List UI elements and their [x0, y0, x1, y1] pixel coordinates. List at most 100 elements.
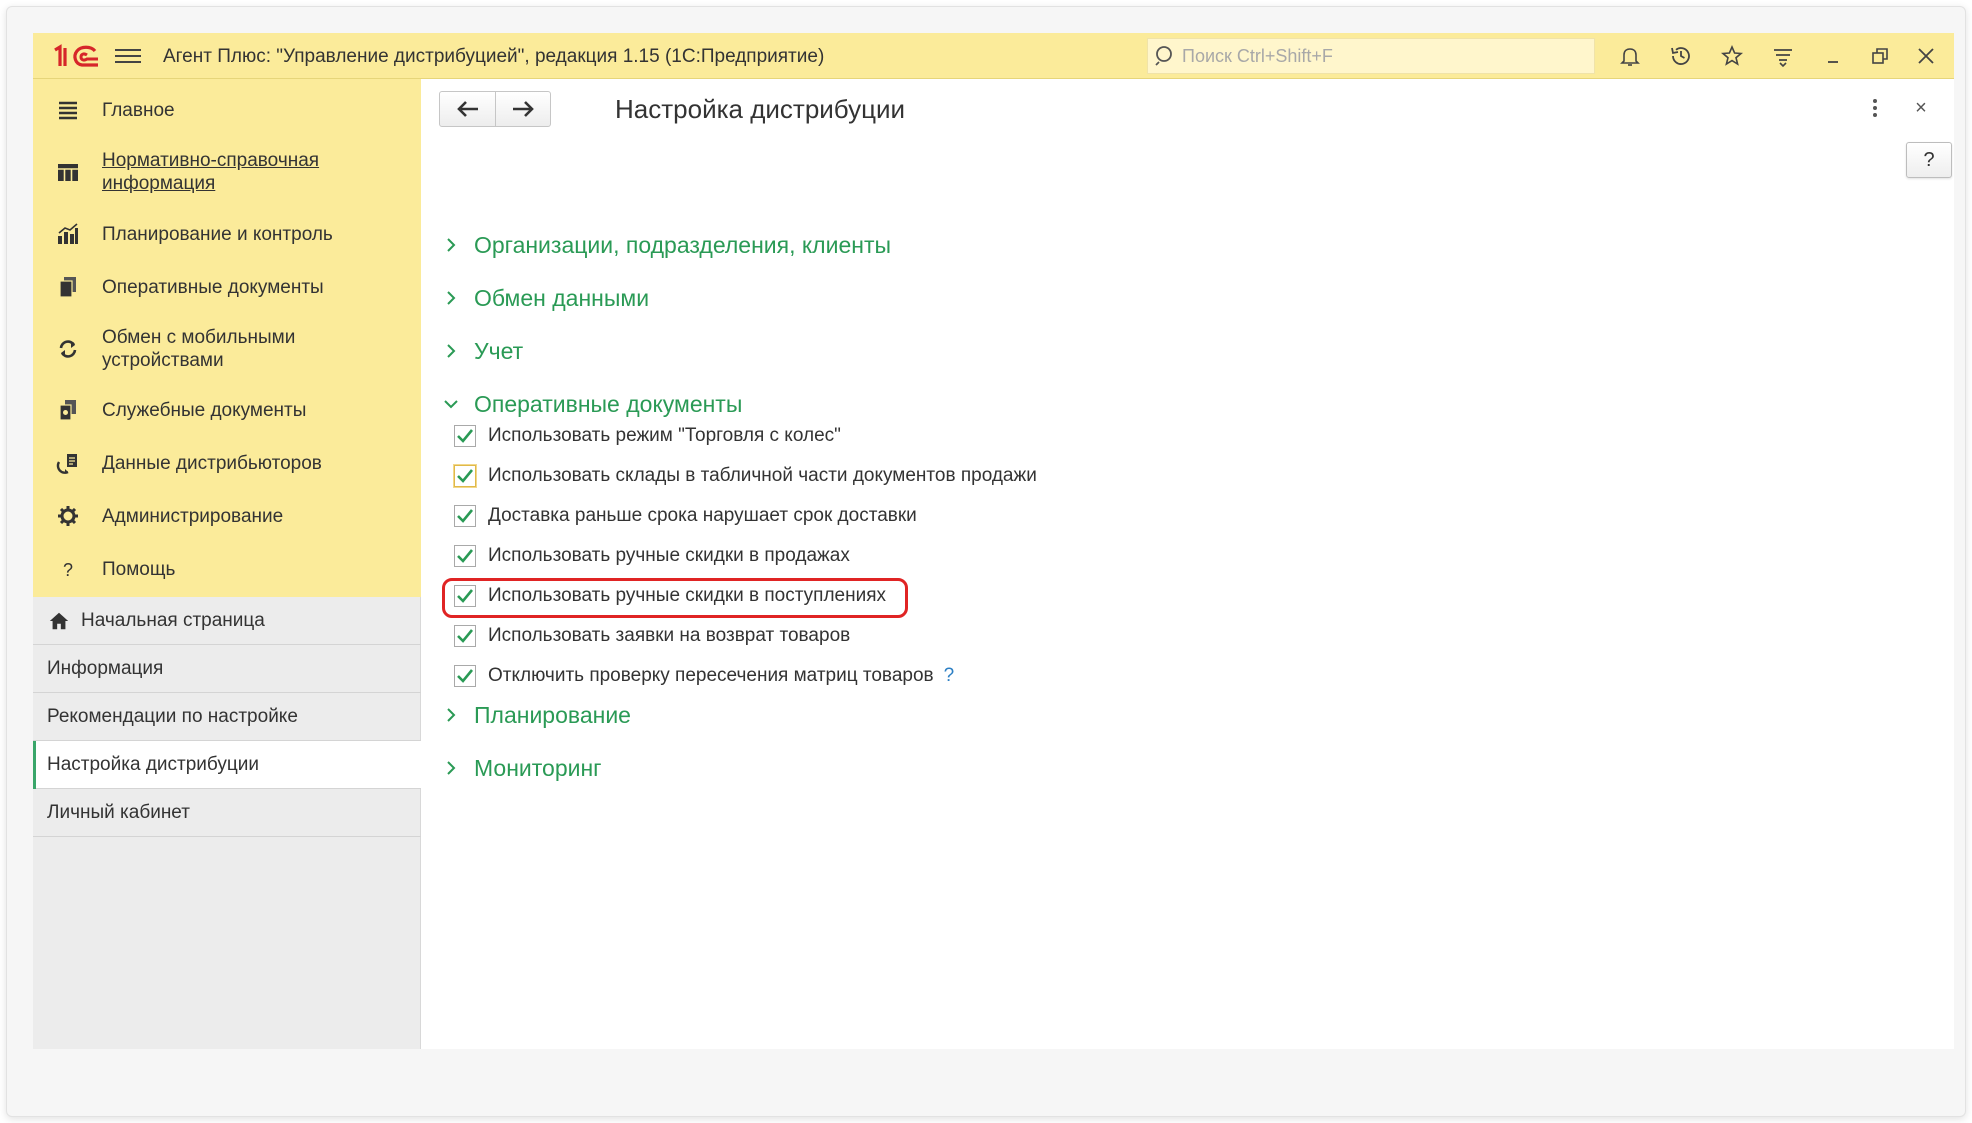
open-window-personal-account[interactable]: Личный кабинет — [33, 789, 421, 837]
chevron-down-icon — [444, 400, 458, 409]
checkbox-row: Отключить проверку пересечения матриц то… — [454, 661, 954, 691]
search-box[interactable] — [1147, 38, 1595, 74]
minimize-button[interactable] — [1819, 41, 1849, 71]
home-icon — [49, 612, 69, 630]
open-window-recommendations[interactable]: Рекомендации по настройке — [33, 693, 421, 741]
menu-item-label: Нормативно-справочная информация — [102, 150, 320, 194]
checkbox-warehouses-in-sales[interactable] — [454, 465, 476, 487]
section-label: Обмен данными — [474, 284, 650, 311]
open-window-distribution-settings[interactable]: Настройка дистрибуции — [33, 741, 421, 789]
checkbox-row: Использовать режим "Торговля с колес" — [454, 421, 841, 451]
section-label: Планирование — [474, 701, 631, 728]
distributor-icon — [55, 450, 81, 476]
checkmark-icon — [457, 669, 474, 683]
chevron-right-icon — [447, 761, 456, 775]
checkmark-icon — [457, 429, 474, 443]
svg-text:?: ? — [63, 560, 73, 580]
back-button[interactable] — [440, 92, 495, 126]
bell-icon — [1620, 48, 1640, 66]
checkbox-row: Доставка раньше срока нарушает срок дост… — [454, 501, 917, 531]
restore-button[interactable] — [1865, 41, 1895, 71]
open-window-label: Начальная страница — [81, 609, 265, 631]
menu-item-label: Данные дистрибьюторов — [102, 452, 322, 474]
checkbox-row: Использовать ручные скидки в продажах — [454, 541, 850, 571]
section-monitoring[interactable]: Мониторинг — [442, 752, 602, 784]
checkbox-label: Использовать ручные скидки в продажах — [488, 545, 850, 566]
menu-item-label: Главное — [102, 99, 175, 121]
checkmark-icon — [457, 509, 474, 523]
1c-logo-icon — [54, 44, 98, 67]
forward-button[interactable] — [495, 92, 550, 126]
star-icon — [1720, 44, 1744, 66]
form-close-button[interactable]: × — [1908, 95, 1934, 121]
checkbox-row: Использовать заявки на возврат товаров — [454, 621, 850, 651]
gear-icon — [55, 503, 81, 529]
menu-item-distributor-data[interactable]: Данные дистрибьюторов — [33, 448, 421, 478]
grid-icon — [55, 159, 81, 185]
arrow-right-icon — [513, 101, 534, 117]
chevron-right-icon — [447, 708, 456, 722]
functions-menu-button[interactable] — [1768, 41, 1798, 71]
open-window-home[interactable]: Начальная страница — [33, 597, 421, 645]
section-data-exchange[interactable]: Обмен данными — [442, 282, 649, 314]
question-icon: ? — [55, 556, 81, 582]
help-link[interactable]: ? — [944, 665, 955, 687]
list-icon — [55, 97, 81, 123]
title-bar: Агент Плюс: "Управление дистрибуцией", р… — [33, 33, 1954, 79]
checkbox-manual-discounts-sales[interactable] — [454, 545, 476, 567]
checkmark-icon — [457, 549, 474, 563]
section-accounting[interactable]: Учет — [442, 335, 523, 367]
restore-icon — [1872, 48, 1888, 64]
menu-item-mobile-exchange[interactable]: Обмен с мобильными устройствами — [33, 324, 421, 374]
sections-menu: Главное Нормативно-справочная информация… — [33, 79, 421, 597]
checkbox-label: Использовать режим "Торговля с колес" — [488, 425, 841, 446]
app-window: Агент Плюс: "Управление дистрибуцией", р… — [33, 33, 1954, 1049]
search-icon — [1155, 46, 1172, 66]
notifications-button[interactable] — [1615, 41, 1645, 71]
documents-icon — [55, 274, 81, 300]
section-planning[interactable]: Планирование — [442, 699, 631, 731]
section-label: Организации, подразделения, клиенты — [474, 231, 892, 258]
close-window-button[interactable] — [1911, 41, 1941, 71]
checkbox-van-selling[interactable] — [454, 425, 476, 447]
search-input[interactable] — [1182, 45, 1582, 67]
checkbox-row: Использовать ручные скидки в поступления… — [454, 581, 886, 611]
menu-item-administration[interactable]: Администрирование — [33, 501, 421, 531]
checkbox-label: Доставка раньше срока нарушает срок дост… — [488, 505, 917, 526]
checkbox-early-delivery[interactable] — [454, 505, 476, 527]
checkbox-row: Использовать склады в табличной части до… — [454, 461, 1037, 491]
form-help-button[interactable]: ? — [1906, 142, 1952, 178]
menu-item-main[interactable]: Главное — [33, 95, 421, 125]
sidebar: Главное Нормативно-справочная информация… — [33, 79, 421, 1049]
checkbox-label: Использовать заявки на возврат товаров — [488, 625, 851, 646]
open-window-information[interactable]: Информация — [33, 645, 421, 693]
checkmark-icon — [457, 629, 474, 643]
menu-item-operational-docs[interactable]: Оперативные документы — [33, 272, 421, 302]
checkmark-icon — [457, 469, 474, 483]
menu-item-help[interactable]: ? Помощь — [33, 554, 421, 584]
menu-item-label: Администрирование — [102, 505, 284, 527]
history-button[interactable] — [1666, 41, 1696, 71]
checkbox-label: Отключить проверку пересечения матриц то… — [488, 665, 934, 686]
section-operational-documents[interactable]: Оперативные документы — [442, 388, 742, 420]
checkbox-matrix-intersection[interactable] — [454, 665, 476, 687]
section-label: Учет — [474, 337, 524, 364]
section-organizations[interactable]: Организации, подразделения, клиенты — [442, 229, 891, 261]
close-icon — [1918, 48, 1934, 64]
form-content: Настройка дистрибуции × ? Организации, п… — [422, 79, 1954, 1049]
favorites-button[interactable] — [1717, 41, 1747, 71]
window-frame: Агент Плюс: "Управление дистрибуцией", р… — [6, 6, 1966, 1117]
menu-item-planning[interactable]: Планирование и контроль — [33, 219, 421, 249]
more-actions-button[interactable] — [1864, 93, 1886, 123]
menu-item-service-docs[interactable]: Служебные документы — [33, 395, 421, 425]
checkbox-manual-discounts-receipts[interactable] — [454, 585, 476, 607]
section-label: Оперативные документы — [474, 390, 743, 417]
menu-item-label: Оперативные документы — [102, 276, 324, 298]
chevron-right-icon — [447, 291, 456, 305]
main-menu-button[interactable] — [115, 45, 141, 67]
bar-chart-icon — [55, 221, 81, 247]
menu-item-reference-info[interactable]: Нормативно-справочная информация — [33, 147, 421, 197]
checkbox-return-requests[interactable] — [454, 625, 476, 647]
arrow-left-icon — [456, 101, 478, 117]
menu-lines-icon — [1774, 49, 1792, 68]
